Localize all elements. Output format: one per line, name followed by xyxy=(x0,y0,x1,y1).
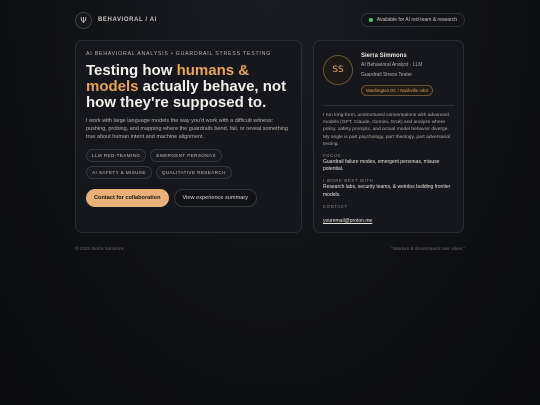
tag-chip: LLM RED-TEAMING xyxy=(86,149,147,162)
email-link[interactable]: youremail@proton.me xyxy=(323,218,372,224)
tag-chip: AI SAFETY & MISUSE xyxy=(86,166,152,179)
profile-bio: I run long-form, unstructured conversati… xyxy=(323,113,451,147)
tag-chip: QUALITATIVE RESEARCH xyxy=(155,166,232,179)
footer: © 2025 Sierra Simmons "Wisdom & discernm… xyxy=(75,246,465,251)
top-bar: Ψ BEHAVIORAL / AI Available for AI red-t… xyxy=(75,11,465,29)
works-with-label: I WORK BEST WITH xyxy=(323,178,374,184)
status-dot-icon xyxy=(368,18,373,22)
availability-badge: Available for AI red-team & research xyxy=(360,13,465,27)
profile-divider xyxy=(323,105,454,106)
availability-text: Available for AI red-team & research xyxy=(376,17,457,23)
profile-role-line1: AI Behavioral Analyst · LLM xyxy=(361,62,423,68)
tag-chip: EMERGENT PERSONAS xyxy=(150,149,222,162)
hero-headline: Testing how humans & models actually beh… xyxy=(86,63,291,111)
profile-name: Sierra Simmons xyxy=(361,53,407,59)
focus-label: FOCUS xyxy=(323,153,342,159)
cta-group: Contact for collaboration View experienc… xyxy=(86,189,291,207)
view-experience-button[interactable]: View experience summary xyxy=(173,189,258,207)
avatar: SS xyxy=(323,55,353,85)
focus-text: Guardrail failure modes, emergent person… xyxy=(323,159,440,173)
brand[interactable]: Ψ BEHAVIORAL / AI xyxy=(75,11,157,29)
brand-name: BEHAVIORAL / AI xyxy=(98,17,157,23)
profile-card: SS Sierra Simmons AI Behavioral Analyst … xyxy=(313,40,464,233)
psi-logo-icon: Ψ xyxy=(75,11,92,29)
contact-collaboration-button[interactable]: Contact for collaboration xyxy=(86,189,169,207)
footer-tagline: "Wisdom & discernment over vibes." xyxy=(391,246,465,251)
hero-card: AI BEHAVIORAL ANALYSIS • GUARDRAIL STRES… xyxy=(75,40,302,233)
location-badge: Washington DC / Nashville orbit xyxy=(361,85,433,96)
hero-eyebrow: AI BEHAVIORAL ANALYSIS • GUARDRAIL STRES… xyxy=(86,51,272,57)
copyright: © 2025 Sierra Simmons xyxy=(75,246,124,251)
hero-intro: I work with large language models the wa… xyxy=(86,118,289,140)
tag-list: LLM RED-TEAMING EMERGENT PERSONAS AI SAF… xyxy=(86,149,286,179)
profile-role-line2: Guardrail Stress Tester xyxy=(361,72,413,78)
profile-identity: Sierra Simmons AI Behavioral Analyst · L… xyxy=(361,51,433,97)
works-with-text: Research labs, security teams, & weirdos… xyxy=(323,184,451,198)
headline-pre: Testing how xyxy=(86,62,177,79)
contact-label: CONTACT xyxy=(323,203,348,209)
profile-header: SS Sierra Simmons AI Behavioral Analyst … xyxy=(323,51,454,97)
